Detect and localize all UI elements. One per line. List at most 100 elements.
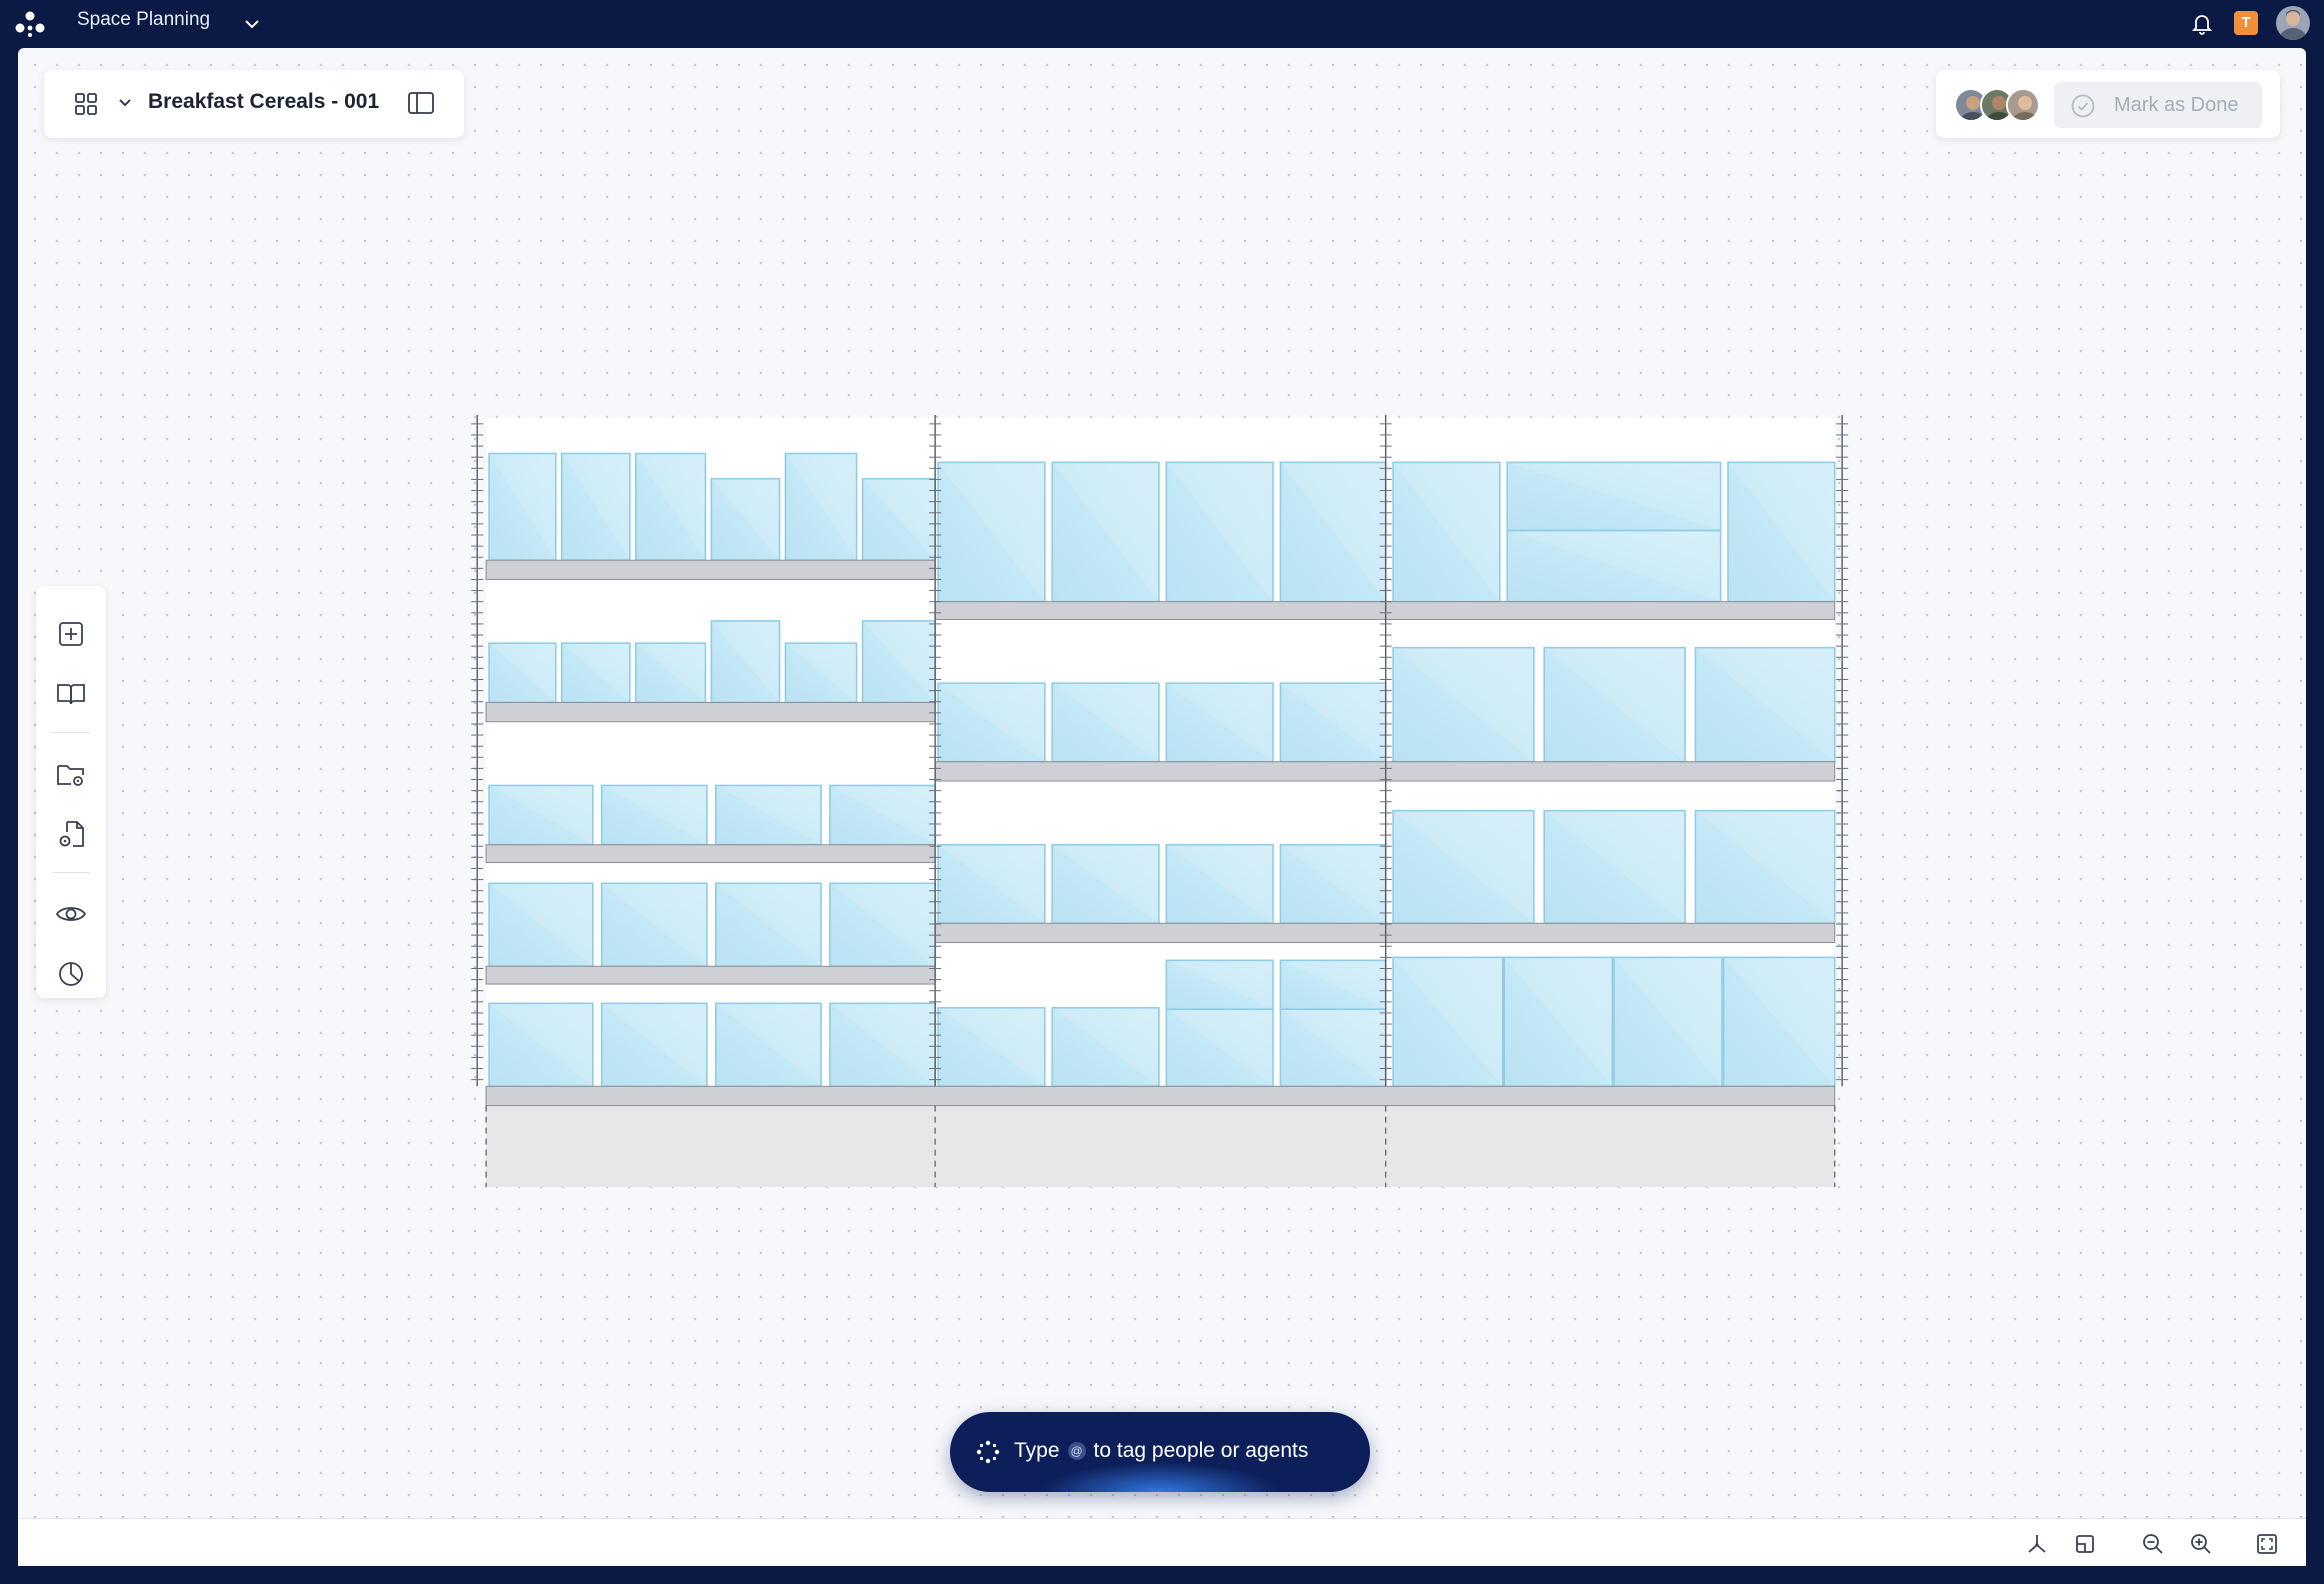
product-facing [1694, 646, 1836, 763]
check-circle-icon [2071, 94, 2095, 118]
shelf [485, 844, 936, 864]
product-facing [715, 784, 822, 846]
eye-icon[interactable] [53, 896, 89, 932]
product-facing [1543, 646, 1686, 763]
product-facing [488, 882, 594, 968]
product-facing [634, 452, 707, 561]
planogram[interactable] [18, 48, 2306, 1566]
file-settings-icon[interactable] [53, 816, 89, 852]
axes-icon[interactable] [2024, 1531, 2050, 1557]
mark-as-done-label: Mark as Done [2114, 94, 2239, 116]
product-facing [1727, 461, 1836, 603]
shelf [485, 965, 936, 985]
product-facing [488, 642, 557, 704]
collaboration-card: Mark as Done [1936, 70, 2280, 138]
product-facing [1694, 809, 1836, 925]
product-facing [715, 1002, 822, 1088]
base-kickplate [486, 1105, 1835, 1188]
product-facing [1279, 1008, 1387, 1088]
chat-prefix: Type [1014, 1439, 1060, 1462]
shelf [934, 922, 1836, 944]
product-facing [634, 642, 707, 704]
product-facing [710, 620, 781, 704]
app-switcher-chevron-icon[interactable] [240, 14, 264, 34]
product-facing [1543, 809, 1686, 925]
shelf [934, 761, 1836, 782]
toolbar-divider [52, 732, 90, 733]
shelf [485, 701, 936, 723]
product-facing [937, 1006, 1046, 1088]
product-facing [1165, 959, 1274, 1011]
product-facing [1392, 809, 1535, 925]
product-facing [937, 843, 1046, 925]
team-badge[interactable]: T [2234, 11, 2258, 35]
mention-at-chip: @ [1067, 1442, 1086, 1460]
floorplan-icon[interactable] [2072, 1531, 2098, 1557]
product-facing [1051, 843, 1160, 925]
product-facing [829, 882, 936, 968]
app-logo-icon[interactable] [14, 9, 46, 39]
product-facing [600, 784, 708, 846]
product-facing [861, 477, 936, 561]
document-title[interactable]: Breakfast Cereals - 001 [148, 90, 379, 114]
pie-chart-icon[interactable] [53, 956, 89, 992]
collaborator-avatars[interactable] [1954, 88, 2044, 122]
product-facing [1392, 956, 1504, 1088]
notification-bell-icon[interactable] [2190, 11, 2214, 37]
shelf [485, 559, 936, 580]
product-facing [1279, 682, 1387, 763]
product-facing [1392, 461, 1501, 603]
product-facing [829, 784, 936, 846]
product-facing [1503, 956, 1614, 1088]
app-title[interactable]: Space Planning [77, 9, 210, 31]
product-facing [784, 642, 858, 704]
add-icon[interactable] [53, 616, 89, 652]
agent-sparkle-icon [976, 1440, 1000, 1464]
product-facing [488, 784, 594, 846]
chat-input-bar[interactable]: Type @ to tag people or agents [950, 1412, 1370, 1492]
sidebar-panel-icon[interactable] [406, 88, 436, 118]
chat-glow [1040, 1462, 1280, 1492]
product-facing [937, 682, 1046, 763]
product-facing [560, 452, 631, 561]
catalog-book-icon[interactable] [53, 676, 89, 712]
product-facing [1506, 529, 1722, 603]
product-facing [1051, 461, 1160, 603]
product-facing [488, 452, 557, 561]
user-avatar[interactable] [2276, 6, 2310, 40]
fit-screen-icon[interactable] [2254, 1531, 2280, 1557]
chevron-down-icon[interactable] [114, 92, 136, 114]
mark-as-done-button[interactable]: Mark as Done [2054, 82, 2262, 128]
product-facing [1722, 956, 1836, 1088]
product-facing [560, 642, 631, 704]
grid-apps-icon[interactable] [72, 90, 100, 118]
product-facing [600, 882, 708, 968]
product-facing [829, 1002, 936, 1088]
product-facing [937, 461, 1046, 603]
chat-placeholder: Type @ to tag people or agents [1014, 1439, 1308, 1463]
planning-canvas[interactable]: Breakfast Cereals - 001 Mark as Done Typ… [18, 48, 2306, 1566]
product-facing [488, 1002, 594, 1088]
product-facing [1392, 646, 1535, 763]
product-facing [784, 452, 858, 561]
chat-suffix: to tag people or agents [1093, 1439, 1309, 1462]
top-bar: Space Planning T [0, 0, 2324, 48]
zoom-out-icon[interactable] [2140, 1531, 2166, 1557]
bottom-toolbar [18, 1518, 2306, 1566]
product-facing [1165, 461, 1274, 603]
product-facing [1279, 959, 1387, 1011]
toolbar-divider [52, 872, 90, 873]
product-facing [1051, 1006, 1160, 1088]
product-facing [1165, 843, 1274, 925]
product-facing [1165, 1008, 1274, 1088]
zoom-in-icon[interactable] [2188, 1531, 2214, 1557]
folder-settings-icon[interactable] [53, 756, 89, 792]
product-facing [1165, 682, 1274, 763]
left-toolbar [36, 586, 106, 998]
document-header-card: Breakfast Cereals - 001 [44, 70, 464, 138]
product-facing [1279, 843, 1387, 925]
avatar[interactable] [2006, 88, 2040, 122]
product-facing [600, 1002, 708, 1088]
shelf [934, 601, 1836, 620]
shelf [485, 1085, 1836, 1107]
